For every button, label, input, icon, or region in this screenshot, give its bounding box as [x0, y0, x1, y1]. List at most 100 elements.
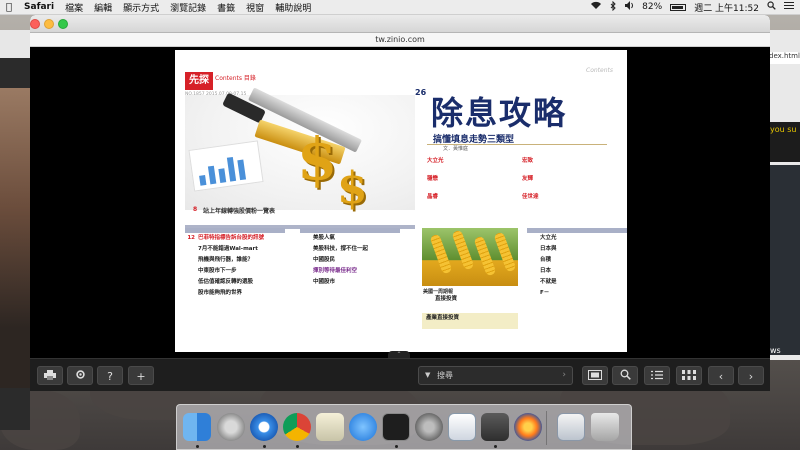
menu-app-name[interactable]: Safari	[24, 2, 54, 12]
toc-item[interactable]: 台積	[527, 257, 627, 264]
subitem[interactable]: 宏致	[522, 158, 602, 165]
menu-help[interactable]: 輔助說明	[275, 1, 311, 14]
menu-file[interactable]: 檔案	[65, 1, 83, 14]
fit-screen-icon	[588, 370, 602, 383]
toc-section-header	[527, 228, 627, 233]
toc-title: 7月不能錯過Wal-mart	[198, 246, 258, 252]
menu-edit[interactable]: 編輯	[94, 1, 112, 14]
textwrangler-icon[interactable]	[448, 413, 476, 441]
toc-title: 低估值確認反轉的選股	[198, 279, 254, 285]
safari-icon[interactable]	[250, 413, 278, 441]
menu-window[interactable]: 視窗	[246, 1, 264, 14]
help-button[interactable]: ?	[97, 366, 123, 385]
menu-view[interactable]: 顯示方式	[123, 1, 159, 14]
grid-view-button[interactable]	[676, 366, 702, 385]
toc-item[interactable]: 日本	[527, 268, 627, 275]
toc-item[interactable]: 中國股市	[300, 279, 400, 286]
toc-item[interactable]: 中東股市下一步	[185, 268, 285, 275]
toc-item[interactable]: 日本與	[527, 246, 627, 253]
search-go-button[interactable]: ›	[562, 367, 566, 384]
chevron-left-icon: ‹	[718, 370, 724, 383]
chrome-icon[interactable]	[283, 413, 311, 441]
subitem[interactable]: 晶睿	[427, 194, 507, 201]
subitem-title: 晶睿	[427, 194, 439, 200]
background-window-left	[0, 30, 30, 430]
app-store-icon[interactable]	[349, 413, 377, 441]
toc-title: 美股科技，撐不住一起	[313, 246, 369, 252]
sublime-text-icon[interactable]	[481, 413, 509, 441]
toc-item[interactable]: 股市能夠飛的世界	[185, 290, 285, 297]
toc-title: 台積	[540, 257, 552, 263]
toc-item[interactable]: 大立光	[527, 235, 627, 242]
notification-center-icon[interactable]	[784, 1, 794, 13]
subitem[interactable]: 友輝	[522, 176, 602, 183]
apple-menu-icon[interactable]: 	[6, 2, 12, 13]
firefox-icon[interactable]	[514, 413, 542, 441]
running-indicator	[196, 445, 199, 448]
subitem[interactable]: 佳世達	[522, 194, 602, 201]
magazine-page[interactable]: 先探 Contents 目錄 NO.1857 2015.07.09-07.15 …	[175, 50, 627, 352]
address-bar[interactable]: tw.zinio.com	[30, 33, 770, 47]
menu-history[interactable]: 瀏覽記錄	[170, 1, 206, 14]
battery-percent: 82%	[642, 2, 663, 12]
add-button[interactable]: +	[128, 366, 154, 385]
battery-icon[interactable]	[670, 3, 687, 11]
finder-icon[interactable]	[183, 413, 211, 441]
minimize-window-button[interactable]	[44, 19, 54, 29]
toc-item[interactable]: 中國股民	[300, 257, 400, 264]
close-window-button[interactable]	[30, 19, 40, 29]
toc-item[interactable]: 不就是	[527, 279, 627, 286]
settings-button[interactable]	[67, 366, 93, 385]
search-placeholder: 搜尋	[437, 371, 453, 380]
subitem[interactable]: 大立光	[427, 158, 507, 165]
next-page-button[interactable]: ›	[738, 366, 764, 385]
wifi-icon[interactable]	[590, 1, 602, 13]
window-titlebar[interactable]	[30, 15, 770, 33]
preview-icon[interactable]	[316, 413, 344, 441]
documents-stack-icon[interactable]	[557, 413, 585, 441]
fit-page-button[interactable]	[582, 366, 608, 385]
toc-title: 中東股市下一步	[198, 268, 237, 274]
bluetooth-icon[interactable]	[610, 0, 616, 14]
reader-window: tw.zinio.com 先探 Contents 目錄 NO.1857 2015…	[30, 15, 770, 391]
toc-title: 直接投資	[435, 296, 458, 302]
list-view-button[interactable]	[644, 366, 670, 385]
clock[interactable]: 週二 上午11:52	[694, 1, 759, 14]
toc-item[interactable]: 美股人氣	[300, 235, 400, 242]
previous-page-button[interactable]: ‹	[708, 366, 734, 385]
background-url-fragment: dex.html.c	[768, 52, 800, 64]
toc-column-1: 12 巴菲特指標告訴台股的訊號 7月不能錯過Wal-mart 飛機與飛行器，誰能？…	[185, 228, 285, 301]
toc-column-3: 大立光 日本與 台積 日本 不就是 F－	[527, 228, 627, 301]
cover-story-title[interactable]: 除息攻略	[431, 88, 567, 134]
system-preferences-icon[interactable]	[415, 413, 443, 441]
toc-item[interactable]: 低估值確認反轉的選股	[185, 279, 285, 286]
toc-title: 不就是	[540, 279, 557, 285]
search-field[interactable]: ▼ 搜尋 ›	[418, 366, 573, 385]
toc-item[interactable]: 美股科技，撐不住一起	[300, 246, 400, 253]
toc-item[interactable]: 飛機與飛行器，誰能？	[185, 257, 285, 264]
corn-cob-graphic	[451, 229, 475, 271]
toc-item[interactable]: 直接投資	[422, 296, 522, 303]
toc-title: 產業直接投資	[426, 315, 460, 321]
highlight-box[interactable]: 產業直接投資	[422, 313, 518, 329]
toc-item[interactable]: 7月不能錯過Wal-mart	[185, 246, 285, 253]
toc-item[interactable]: 揮別等待最佳利空	[300, 268, 400, 275]
print-button[interactable]	[37, 366, 63, 385]
toc-item[interactable]: 12 巴菲特指標告訴台股的訊號	[185, 235, 285, 242]
fullscreen-window-button[interactable]	[58, 19, 68, 29]
toc-column-2: 美股人氣 美股科技，撐不住一起 中國股民 揮別等待最佳利空 中國股市	[300, 228, 400, 290]
subitem[interactable]: 穩懋	[427, 176, 507, 183]
toc-title: 日本與	[540, 246, 557, 252]
spotlight-icon[interactable]	[767, 1, 776, 13]
volume-icon[interactable]	[624, 1, 634, 13]
corn-caption: 美國一周期報	[423, 289, 454, 295]
toc-title: F－	[540, 290, 550, 296]
menu-bookmarks[interactable]: 書籤	[217, 1, 235, 14]
toc-item[interactable]: F－	[527, 290, 627, 297]
dollar-sign-graphic: $	[297, 125, 338, 193]
terminal-icon[interactable]	[382, 413, 410, 441]
launchpad-icon[interactable]	[217, 413, 245, 441]
zoom-button[interactable]	[612, 366, 638, 385]
trash-icon[interactable]	[591, 413, 619, 441]
subitem-title: 穩懋	[427, 176, 439, 182]
